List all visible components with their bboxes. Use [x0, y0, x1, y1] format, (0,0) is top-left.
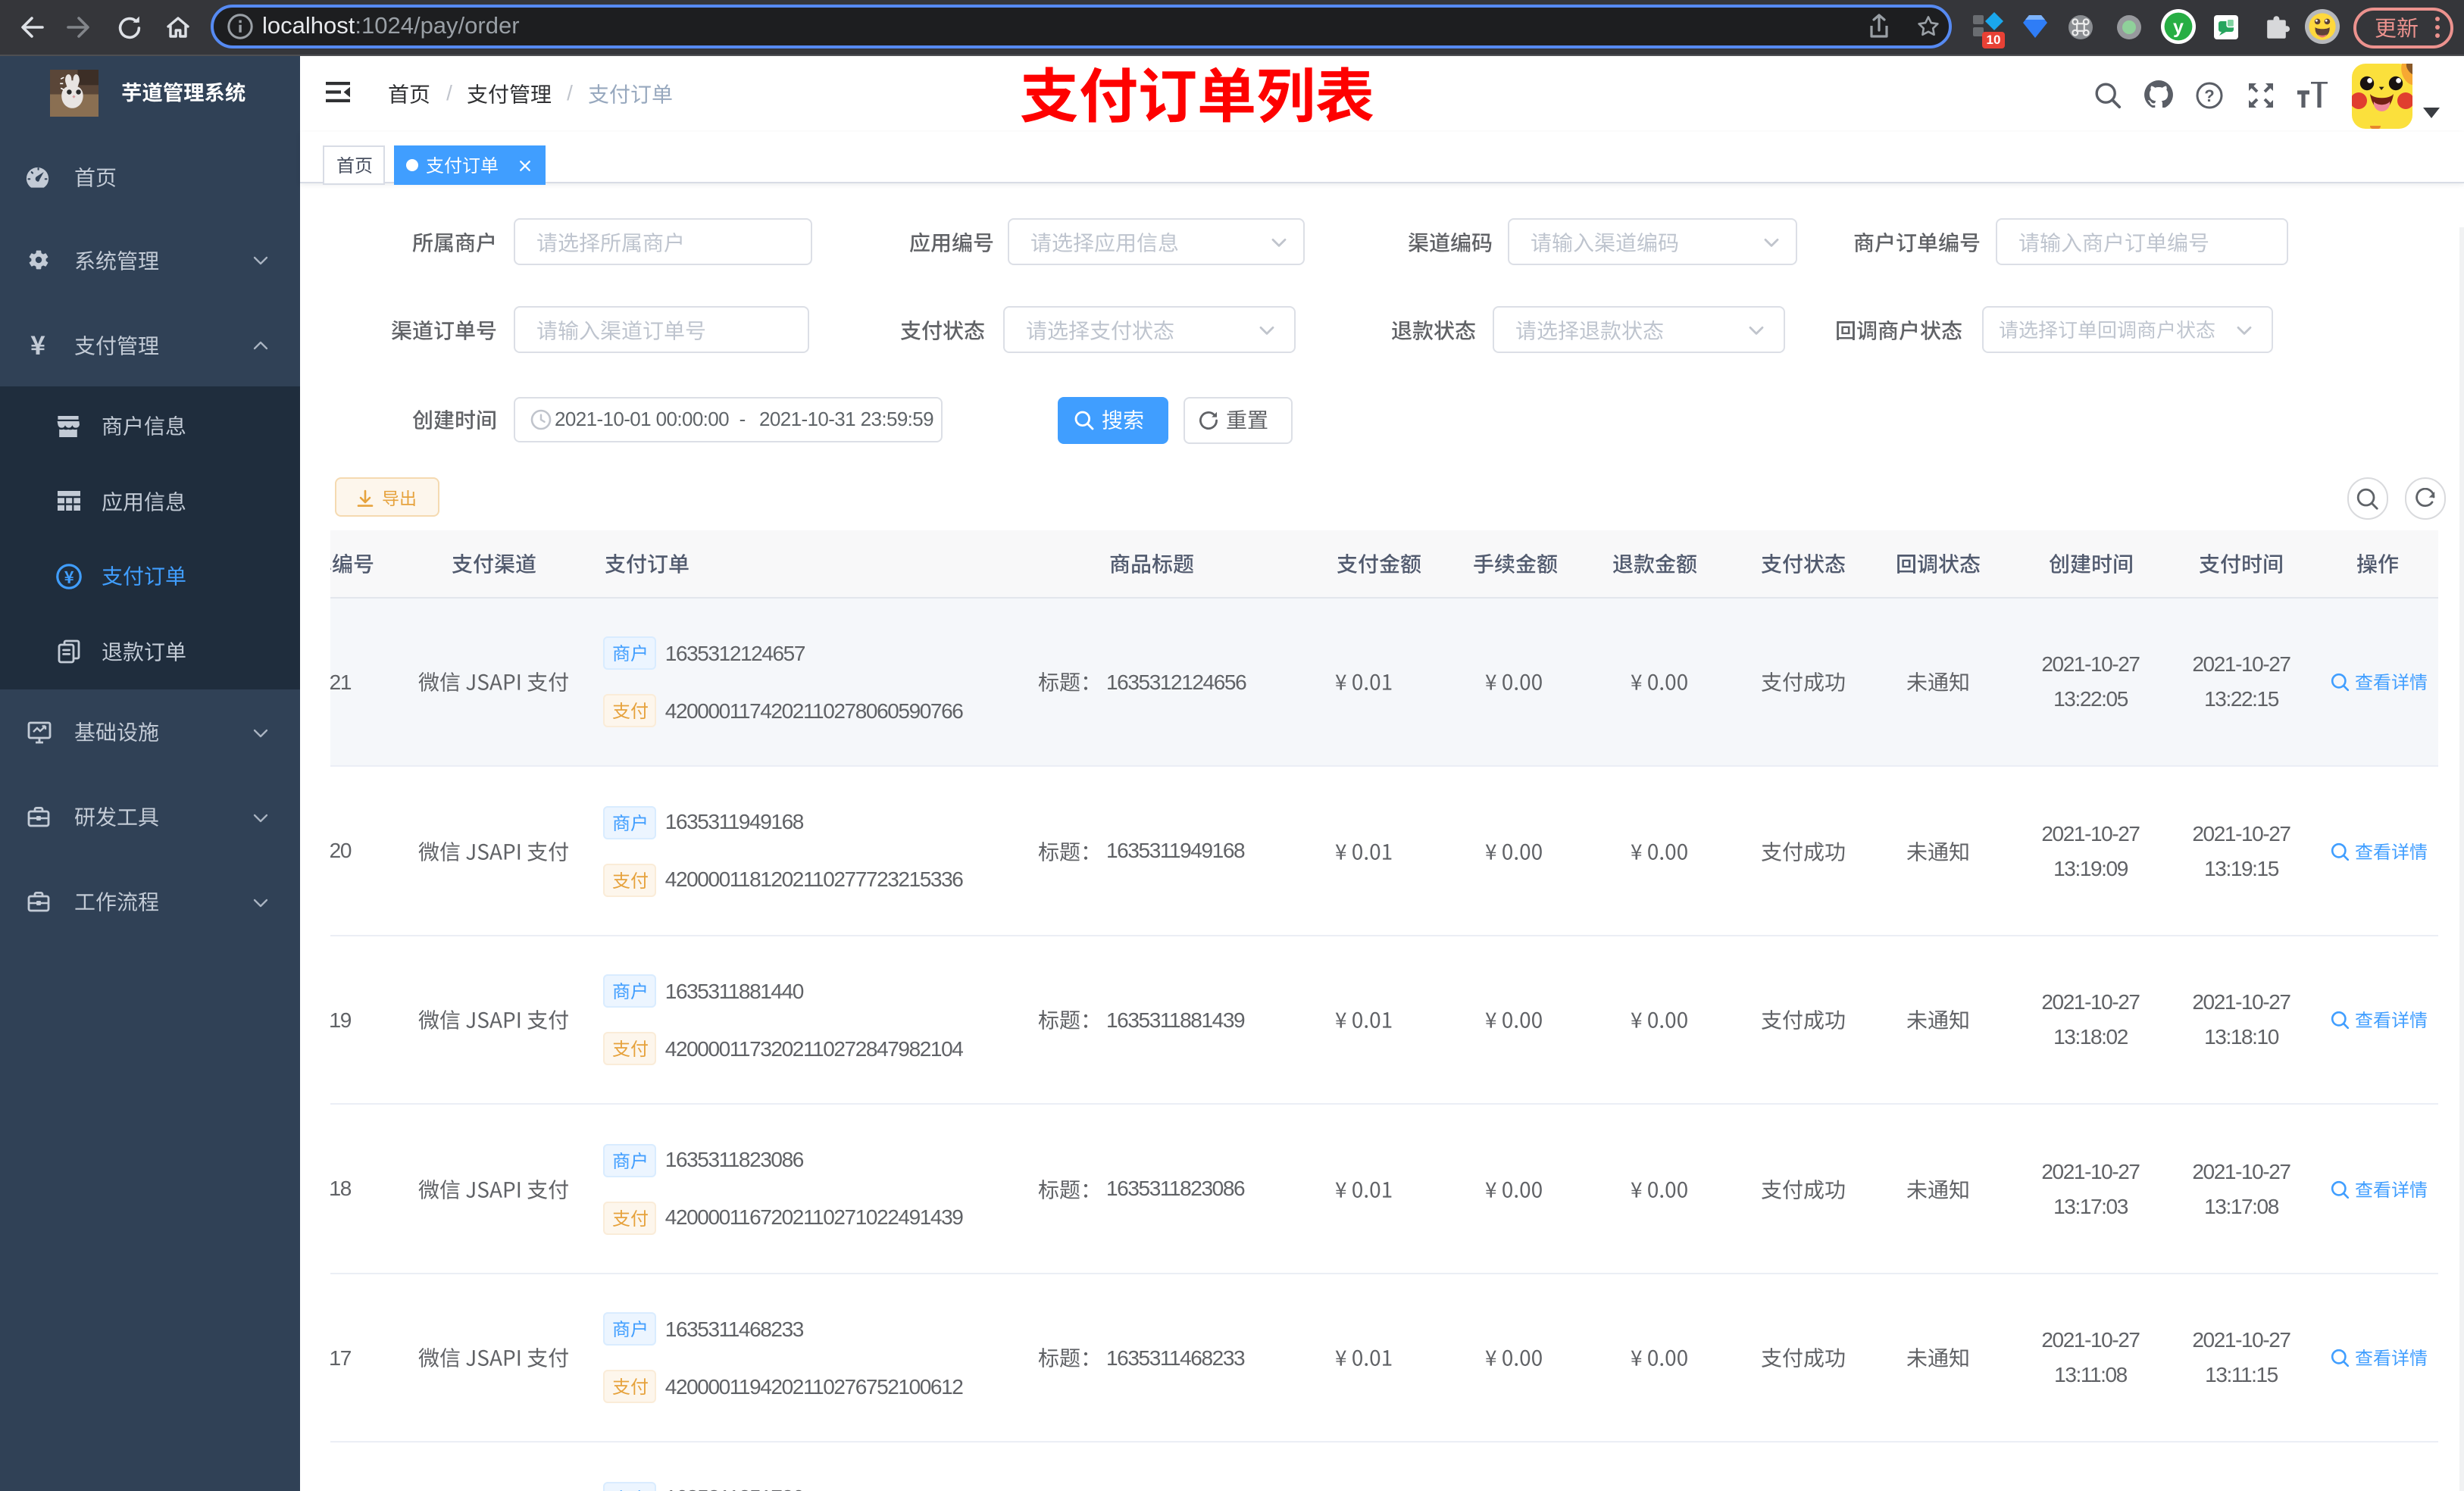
svg-text:?: ? [2203, 86, 2213, 105]
svg-text:y: y [2173, 17, 2184, 38]
